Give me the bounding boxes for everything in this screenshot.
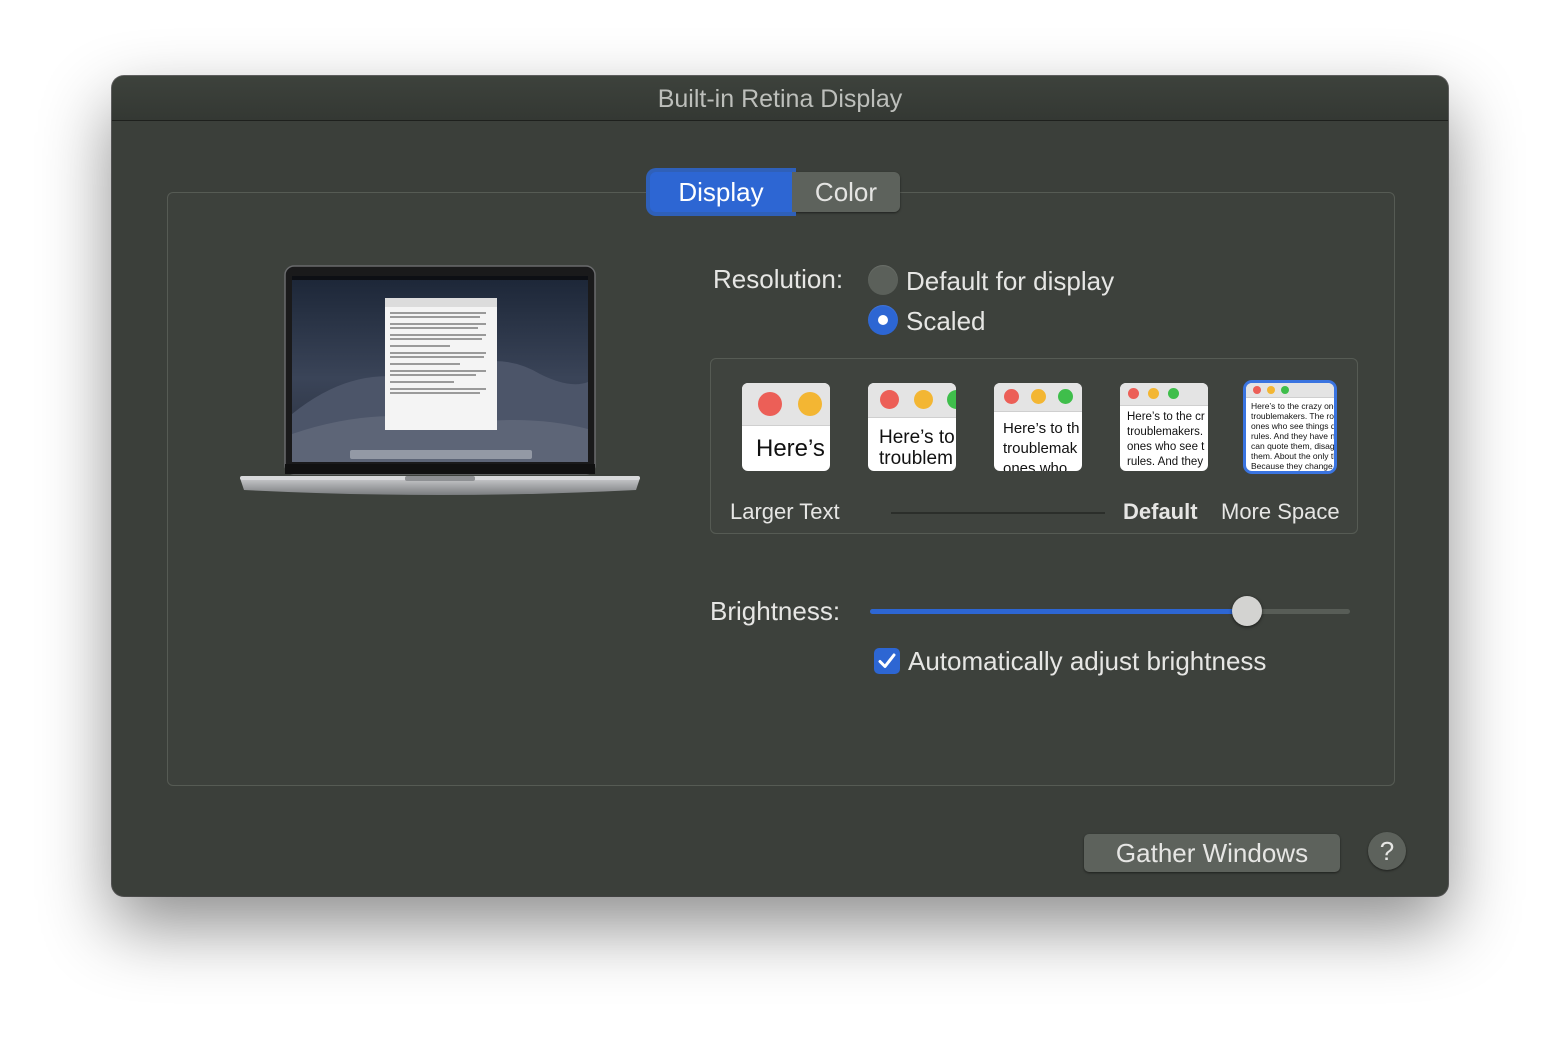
brightness-label: Brightness: [710, 596, 841, 626]
display-preferences-window: Built-in Retina Display Display Color Re… [112, 76, 1448, 896]
tab-color[interactable]: Color [792, 172, 900, 212]
larger-text-label: Larger Text [730, 499, 840, 524]
scale-sample-text: Here’s to the crazy one troublemakers. T… [1251, 401, 1334, 471]
scale-option-3[interactable]: Here’s to th troublemak ones who [994, 383, 1082, 471]
scale-option-2[interactable]: Here’s to troublem [868, 383, 956, 471]
help-button[interactable]: ? [1368, 832, 1406, 870]
close-dot-icon [1128, 388, 1139, 399]
resolution-label: Resolution: [713, 264, 844, 294]
minimize-dot-icon [914, 390, 933, 409]
macbook-display-illustration [240, 265, 640, 495]
minimize-dot-icon [1267, 386, 1275, 394]
auto-brightness-checkbox[interactable] [874, 648, 900, 674]
brightness-slider[interactable] [870, 596, 1350, 626]
minimize-dot-icon [798, 392, 822, 416]
more-space-label: More Space [1221, 499, 1340, 524]
minimize-dot-icon [1031, 389, 1046, 404]
default-label: Default [1123, 499, 1198, 524]
zoom-dot-icon [1168, 388, 1179, 399]
minimize-dot-icon [1148, 388, 1159, 399]
tab-bar: Display Color [650, 172, 900, 212]
auto-brightness-label[interactable]: Automatically adjust brightness [908, 646, 1266, 677]
close-dot-icon [758, 392, 782, 416]
scaled-resolution-picker: Here’s Here’s to troublem Here’s to th t… [710, 358, 1358, 534]
zoom-dot-icon [1281, 386, 1289, 394]
scale-sample-text: Here’s [756, 435, 825, 462]
tab-display[interactable]: Display [650, 172, 792, 212]
brightness-slider-fill [870, 609, 1247, 614]
radio-default-for-display-label[interactable]: Default for display [906, 266, 1114, 297]
window-title: Built-in Retina Display [112, 76, 1448, 121]
radio-default-for-display[interactable] [868, 265, 898, 295]
close-dot-icon [1004, 389, 1019, 404]
gather-windows-button[interactable]: Gather Windows [1084, 834, 1340, 872]
checkmark-icon [878, 653, 896, 668]
scale-option-larger-text[interactable]: Here’s [742, 383, 830, 471]
brightness-slider-knob[interactable] [1231, 596, 1262, 626]
scale-range-line [891, 512, 1105, 514]
scale-option-more-space[interactable]: Here’s to the crazy one troublemakers. T… [1246, 383, 1334, 471]
scale-sample-text: Here’s to th troublemak ones who [1003, 420, 1080, 471]
scale-option-default[interactable]: Here’s to the cr troublemakers. ones who… [1120, 383, 1208, 471]
radio-scaled-label[interactable]: Scaled [906, 306, 986, 337]
scale-sample-text: Here’s to the cr troublemakers. ones who… [1127, 411, 1205, 468]
close-dot-icon [1253, 386, 1261, 394]
close-dot-icon [880, 390, 899, 409]
radio-scaled[interactable] [868, 305, 898, 335]
zoom-dot-icon [1058, 389, 1073, 404]
scale-sample-text: Here’s to troublem [879, 427, 955, 469]
